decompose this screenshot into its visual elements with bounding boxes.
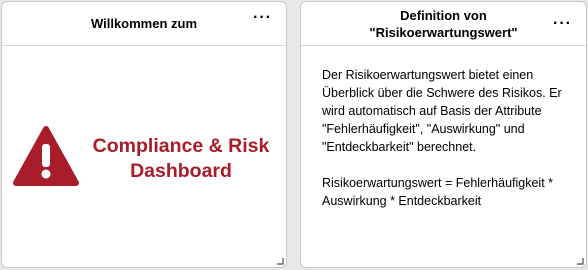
logo-line-2: Dashboard	[130, 160, 232, 182]
definition-widget: Definition von "Risikoerwartungswert" ··…	[300, 1, 587, 268]
logo-text: Compliance & Risk Dashboard	[92, 134, 270, 184]
definition-paragraph: Der Risikoerwartungswert bietet einen Üb…	[322, 68, 562, 154]
resize-handle-icon[interactable]	[277, 258, 284, 265]
widget-title: Definition von "Risikoerwartungswert"	[369, 7, 518, 40]
warning-icon	[13, 126, 79, 186]
dashboard-logo: Compliance & Risk Dashboard	[2, 46, 286, 267]
widget-header: Definition von "Risikoerwartungswert" ··…	[301, 2, 586, 46]
definition-text: Der Risikoerwartungswert bietet einen Üb…	[322, 66, 572, 210]
logo-line-1: Compliance & Risk	[92, 135, 270, 157]
resize-handle-icon[interactable]	[577, 258, 584, 265]
widget-header: Willkommen zum ···	[2, 2, 286, 46]
widget-menu-button[interactable]: ···	[553, 16, 572, 32]
widget-title: Willkommen zum	[90, 16, 198, 31]
welcome-widget: Willkommen zum ··· Compliance & Risk Das…	[1, 1, 287, 268]
formula-paragraph: Risikoerwartungswert = Fehlerhäufigkeit …	[322, 176, 554, 208]
widget-menu-button[interactable]: ···	[253, 10, 272, 26]
